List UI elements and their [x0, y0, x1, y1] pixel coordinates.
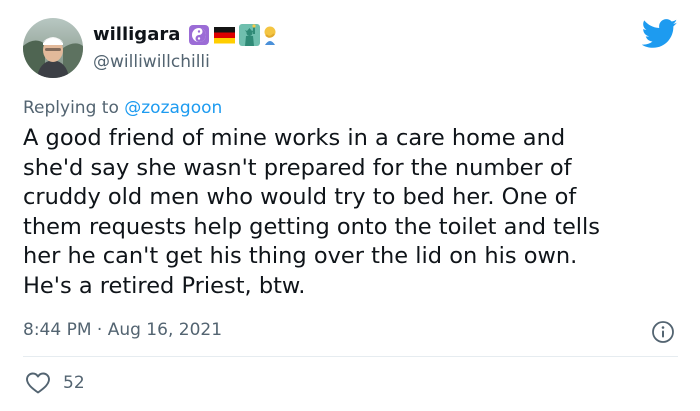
user-handle[interactable]: @williwillchilli: [93, 52, 210, 72]
tweet-timestamp[interactable]: 8:44 PM · Aug 16, 2021: [23, 320, 222, 340]
like-count: 52: [63, 373, 85, 393]
display-name[interactable]: willigara: [93, 24, 180, 45]
avatar[interactable]: [23, 18, 83, 78]
divider: [23, 356, 678, 357]
statue-of-liberty-icon: [239, 24, 260, 46]
info-icon[interactable]: [651, 320, 675, 344]
heart-icon[interactable]: [25, 371, 51, 395]
yin-yang-icon: [189, 25, 209, 45]
replying-to-handle-link[interactable]: @zozagoon: [124, 98, 222, 118]
replying-to-prefix: Replying to: [23, 98, 125, 118]
tweet-text: A good friend of mine works in a care ho…: [23, 125, 601, 299]
twitter-bird-icon[interactable]: [641, 19, 678, 49]
tweet-card: willigara @williwillchilli Replying to @…: [0, 0, 700, 411]
replying-to-line: Replying to @zozagoon: [23, 98, 222, 118]
german-flag-icon: [214, 27, 235, 44]
person-facepalming-icon: [264, 26, 276, 45]
name-emojis: [189, 24, 279, 46]
